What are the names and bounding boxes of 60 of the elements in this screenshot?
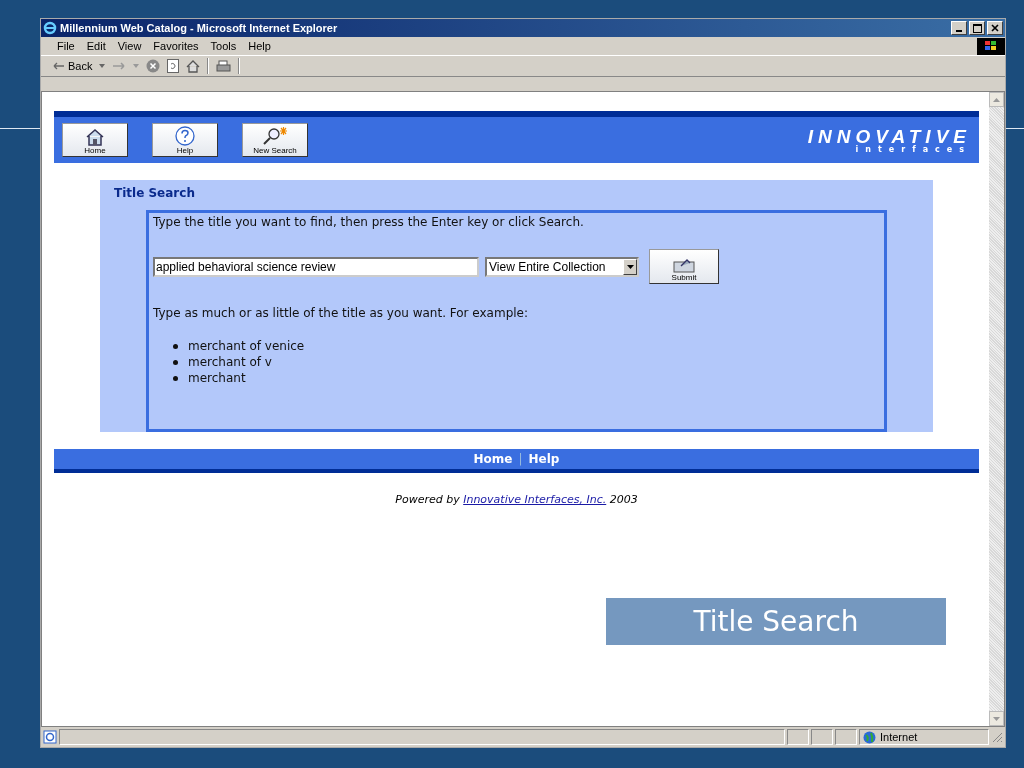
globe-icon — [863, 730, 876, 744]
window-title: Millennium Web Catalog - Microsoft Internet Explorer — [60, 22, 339, 34]
close-icon — [991, 24, 999, 32]
example-text: merchant of venice — [188, 338, 305, 354]
resize-grip-icon[interactable] — [991, 731, 1003, 743]
menu-item[interactable]: Favorites — [147, 40, 205, 52]
printer-icon[interactable] — [216, 59, 232, 73]
page-icon — [43, 730, 57, 744]
section-title: Title Search — [114, 186, 196, 200]
scroll-down-button[interactable] — [989, 711, 1004, 726]
footer-link[interactable]: Help — [528, 452, 560, 466]
stop-icon[interactable] — [146, 59, 161, 73]
back-arrow-icon — [53, 62, 65, 70]
submit-button[interactable]: Submit — [649, 249, 719, 284]
back-button[interactable]: Back — [53, 60, 93, 72]
down-arrow-icon — [993, 716, 1000, 721]
status-panel — [835, 729, 857, 745]
house-icon — [85, 128, 105, 146]
status-panel — [811, 729, 833, 745]
security-zone-label: Internet — [880, 731, 918, 743]
hint-text: Type as much or as little of the title as you want. For example: — [153, 306, 530, 320]
browser-logo-icon — [43, 21, 57, 35]
maximize-button[interactable] — [969, 21, 985, 35]
home-icon[interactable] — [186, 59, 201, 73]
company-logo: INNOVATIVE interfaces — [807, 126, 971, 154]
menu-item[interactable]: Tools — [204, 40, 243, 52]
menu-item[interactable]: Edit — [80, 40, 112, 52]
status-panel — [787, 729, 809, 745]
company-link[interactable]: Innovative Interfaces, Inc. — [463, 493, 607, 506]
menu-item[interactable]: Help — [242, 40, 277, 52]
refresh-icon[interactable] — [167, 59, 180, 73]
bullet-icon — [173, 359, 178, 365]
submit-icon — [671, 257, 697, 273]
scope-dropdown[interactable]: View Entire Collection — [485, 256, 639, 277]
scrollbar[interactable] — [989, 92, 1004, 726]
example-text: merchant of v — [188, 354, 272, 370]
maximize-icon — [972, 23, 982, 33]
home-button[interactable]: Home — [62, 123, 128, 157]
help-icon — [175, 126, 195, 146]
up-arrow-icon — [993, 97, 1000, 102]
menu-item[interactable]: View — [111, 40, 148, 52]
link-separator: | — [518, 452, 523, 466]
magnifier-icon — [262, 126, 288, 146]
slide-caption: Title Search — [606, 598, 946, 645]
powered-by-text: Powered by Innovative Interfaces, Inc. 2003 — [394, 493, 639, 506]
example-text: merchant — [188, 370, 246, 386]
caret-icon — [626, 264, 634, 269]
close-button[interactable] — [987, 21, 1003, 35]
windows-logo-icon — [977, 37, 1005, 55]
help-button[interactable]: Help — [152, 123, 218, 157]
scroll-up-button[interactable] — [989, 92, 1004, 107]
footer-link[interactable]: Home — [473, 452, 513, 466]
bullet-icon — [173, 343, 178, 349]
bullet-icon — [173, 375, 178, 381]
minimize-button[interactable] — [951, 21, 967, 35]
search-field[interactable]: applied behavioral science review — [153, 256, 479, 277]
menu-item[interactable]: File — [51, 40, 81, 52]
instruction-text: Type the title you want to find, then press the Enter key or click Search. — [153, 215, 585, 229]
new-search-button[interactable]: New Search — [242, 123, 308, 157]
caret-icon[interactable] — [99, 64, 106, 68]
